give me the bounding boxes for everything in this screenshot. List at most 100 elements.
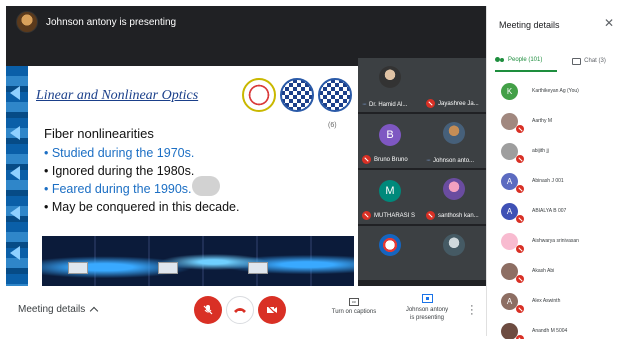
participant-avatar: K xyxy=(501,82,518,100)
participant-list-item[interactable]: Aarthy M xyxy=(487,106,621,136)
participant-tile[interactable]: Jayashree Ja... xyxy=(422,58,486,112)
participant-name: MUTHARASI S xyxy=(374,212,416,219)
participant-name: abijith jj xyxy=(532,148,549,154)
participant-list: K Karthikeyan Ag (You) Aarthy M abijith jj A… xyxy=(487,76,621,339)
captions-label: Turn on captions xyxy=(331,309,377,315)
mic-off-icon xyxy=(516,334,524,339)
panel-title: Meeting details xyxy=(499,20,560,30)
presenting-label-line2: is presenting xyxy=(409,315,445,321)
participant-tile[interactable]: santhosh kan... xyxy=(422,170,486,224)
close-icon[interactable]: ✕ xyxy=(604,16,614,30)
mic-off-icon xyxy=(516,184,524,193)
participant-avatar xyxy=(501,142,524,163)
participant-name: Karthikeyan Ag (You) xyxy=(532,88,579,94)
participant-avatar: B xyxy=(379,124,401,146)
participant-list-item[interactable]: Akash Abi xyxy=(487,256,621,286)
meeting-details-label: Meeting details xyxy=(18,304,86,315)
participant-name: Jayashree Ja... xyxy=(438,100,479,107)
camera-off-icon xyxy=(266,305,278,315)
leave-call-button[interactable] xyxy=(226,296,254,324)
participant-tile[interactable] xyxy=(422,226,486,280)
chevron-left-icon xyxy=(10,86,20,100)
participant-name: Akash Abi xyxy=(532,268,555,274)
participant-photo xyxy=(379,66,401,88)
slide-image-thumbnail xyxy=(248,262,268,274)
slide-bullet: • May be conquered in this decade. xyxy=(44,200,240,214)
participant-list-item[interactable]: K Karthikeyan Ag (You) xyxy=(487,76,621,106)
presentation-button[interactable]: Johnson antony is presenting xyxy=(396,294,458,322)
captions-icon: cc xyxy=(349,298,359,306)
participant-tile-label: ··· Dr. Hamid Al... xyxy=(362,101,407,108)
mic-off-icon xyxy=(203,305,213,315)
presenter-banner-text: Johnson antony is presenting xyxy=(46,16,177,28)
institution-logo xyxy=(280,78,314,112)
mic-off-icon xyxy=(516,244,524,253)
slide-image xyxy=(42,236,354,288)
mic-off-icon xyxy=(516,154,524,163)
chevron-left-icon xyxy=(10,246,20,260)
mic-off-icon xyxy=(516,304,524,313)
participant-list-item[interactable]: A Alex Aswinth xyxy=(487,286,621,316)
participant-avatar xyxy=(501,262,524,283)
participant-tile[interactable] xyxy=(358,226,422,280)
slide-title: Linear and Nonlinear Optics xyxy=(36,88,199,103)
participant-tile-label: ··· Johnson anto... xyxy=(426,157,474,164)
participant-tile[interactable]: B Bruno Bruno xyxy=(358,114,422,168)
captions-button[interactable]: cc Turn on captions xyxy=(324,298,384,315)
participant-avatar-letter: A xyxy=(506,296,513,306)
meeting-details-button[interactable]: Meeting details xyxy=(18,304,99,316)
participant-photo xyxy=(443,178,465,200)
participant-list-item[interactable]: Anandh M 5004 xyxy=(487,316,621,339)
slide-subtitle: Fiber nonlinearities xyxy=(44,126,154,141)
participant-avatar: M xyxy=(379,180,401,202)
slide-logos xyxy=(242,78,352,112)
camera-toggle-button[interactable] xyxy=(258,296,286,324)
participant-name: Aishwarya srinivasan xyxy=(532,238,579,244)
institution-logo xyxy=(242,78,276,112)
mic-off-icon xyxy=(516,214,524,223)
participant-list-item[interactable]: abijith jj xyxy=(487,136,621,166)
participant-tile[interactable]: M MUTHARASI S xyxy=(358,170,422,224)
chevron-left-icon xyxy=(10,126,20,140)
participant-tile[interactable]: ··· Dr. Hamid Al... xyxy=(358,58,422,112)
mic-off-icon xyxy=(516,124,524,133)
participant-tile-label: MUTHARASI S xyxy=(362,211,415,220)
participant-tile-label: Bruno Bruno xyxy=(362,155,408,164)
presenter-avatar xyxy=(16,11,38,33)
participant-name: Anandh M 5004 xyxy=(532,328,568,334)
chevron-left-icon xyxy=(10,166,20,180)
hang-up-icon xyxy=(234,308,246,313)
participant-avatar xyxy=(501,232,524,253)
tab-chat[interactable]: Chat (3) xyxy=(561,50,617,72)
participant-list-item[interactable]: A Abinash J 001 xyxy=(487,166,621,196)
participant-photo xyxy=(443,234,465,256)
slide-bullet: • Studied during the 1970s. xyxy=(44,146,195,160)
people-icon xyxy=(495,56,505,64)
chevron-left-icon xyxy=(10,206,20,220)
pointer-highlight xyxy=(192,176,220,196)
speaking-indicator-icon: ··· xyxy=(362,101,367,108)
participant-avatar-letter: A xyxy=(506,176,513,186)
tab-people-label: People (101) xyxy=(508,57,543,63)
tab-people[interactable]: People (101) xyxy=(495,50,557,72)
participant-avatar xyxy=(501,112,524,133)
shared-slide: Linear and Nonlinear Optics (6) Fiber no… xyxy=(6,66,358,288)
presenting-label-line1: Johnson antony xyxy=(405,307,449,313)
participant-name: Bruno Bruno xyxy=(374,156,408,163)
participant-name: Johnson anto... xyxy=(433,157,475,164)
participant-tile-label: santhosh kan... xyxy=(426,211,479,220)
participant-name: Aarthy M xyxy=(532,118,553,124)
participant-list-item[interactable]: Aishwarya srinivasan xyxy=(487,226,621,256)
speaking-indicator-icon: ··· xyxy=(426,157,431,164)
mic-off-icon xyxy=(516,274,524,283)
chat-icon xyxy=(572,57,582,65)
chevron-up-icon xyxy=(90,306,99,316)
microphone-toggle-button[interactable] xyxy=(194,296,222,324)
more-options-button[interactable]: · · · xyxy=(470,301,474,320)
institution-logo xyxy=(318,78,352,112)
mic-off-icon xyxy=(362,155,371,164)
participant-list-item[interactable]: A ABIALYA B 007 xyxy=(487,196,621,226)
participant-name: Abinash J 001 xyxy=(532,178,564,184)
participant-tile[interactable]: ··· Johnson anto... xyxy=(422,114,486,168)
mic-off-icon xyxy=(426,211,435,220)
